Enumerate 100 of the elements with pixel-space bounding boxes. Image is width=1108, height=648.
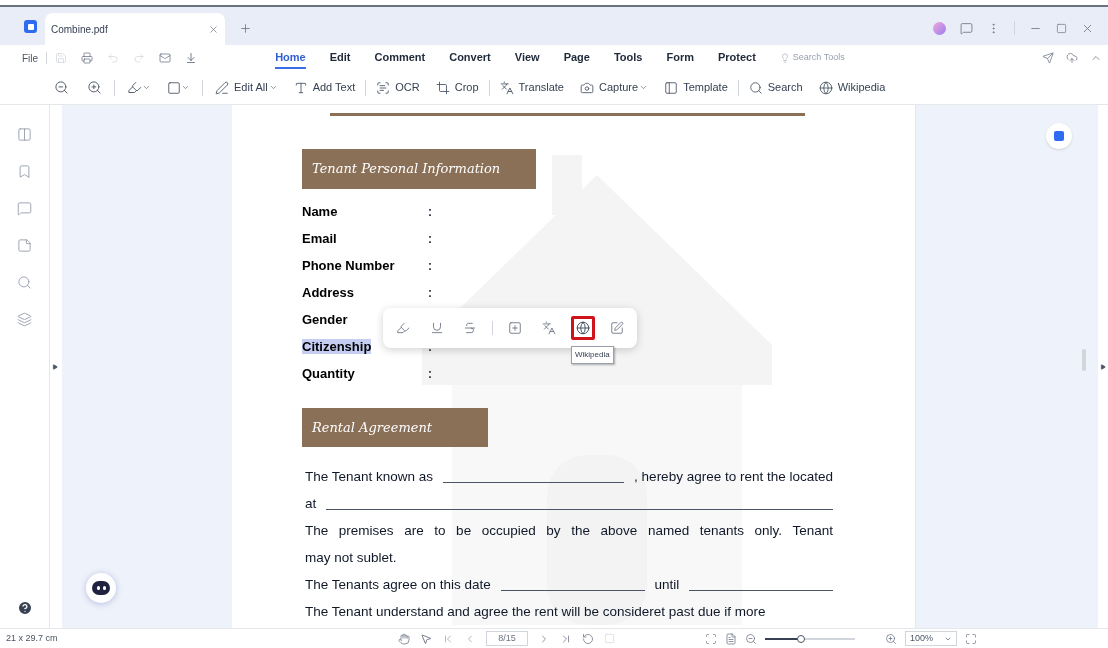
shape-button[interactable] [167, 80, 190, 95]
menu-tab[interactable]: Convert [449, 47, 491, 69]
field-label: Citizenship [302, 339, 372, 355]
toolbar-button[interactable]: OCR [376, 79, 420, 96]
pen-icon [215, 80, 229, 95]
search-icon [748, 80, 763, 95]
tooltip: Wikipedia [571, 346, 614, 364]
select-icon[interactable] [420, 632, 432, 645]
toolbar-button[interactable]: Translate [499, 79, 564, 96]
agreement-text: may not sublet. [305, 548, 397, 567]
page-icon[interactable] [17, 238, 32, 253]
print-icon[interactable] [81, 52, 94, 64]
globe-icon [818, 80, 833, 95]
caret-icon [181, 83, 190, 92]
maximize-icon[interactable] [1056, 22, 1067, 34]
layers-icon[interactable] [17, 312, 32, 327]
text-icon [293, 80, 308, 95]
search-icon[interactable] [17, 275, 32, 290]
section-title: Rental Agreement [302, 407, 488, 447]
menu-tab[interactable]: Edit [329, 47, 351, 69]
zoom-slider[interactable] [765, 634, 855, 643]
field-label: Quantity [302, 366, 355, 382]
camera-icon [580, 80, 594, 95]
ocr-icon [376, 80, 391, 95]
field-colon: : [428, 366, 432, 383]
bookmark-icon[interactable] [17, 164, 32, 179]
fullscreen-icon[interactable] [965, 632, 977, 645]
hand-icon[interactable] [398, 632, 410, 645]
translate-icon [541, 321, 556, 335]
word-convert-icon[interactable] [1046, 123, 1072, 149]
field-label: Name [302, 204, 338, 220]
redo-icon[interactable] [133, 52, 146, 64]
toolbar-button[interactable]: Capture [580, 79, 649, 96]
menu-tab[interactable]: Comment [374, 47, 426, 69]
new-tab-icon[interactable] [239, 22, 252, 35]
agreement-text: The Tenant understand and agree the rent will be consideret past due if more [305, 602, 766, 621]
avatar-icon[interactable] [933, 21, 946, 35]
send-icon[interactable] [1042, 52, 1054, 64]
agreement-text: The Tenants agree on this date [305, 575, 491, 594]
toolbar-button[interactable]: Wikipedia [818, 79, 886, 96]
field-colon: : [428, 204, 432, 221]
menu-tab[interactable]: Home [275, 47, 306, 69]
toolbar-button[interactable]: Search [748, 79, 803, 96]
comment-icon[interactable] [17, 201, 32, 216]
translate-icon [499, 80, 514, 95]
lightbulb-icon [779, 53, 790, 63]
globe-button[interactable] [570, 316, 596, 340]
zoom-in-icon[interactable] [87, 80, 102, 95]
field-label: Phone Number [302, 258, 395, 274]
first-page-icon[interactable] [442, 632, 454, 645]
expand-icon[interactable] [1100, 363, 1106, 370]
strikethrough-icon [463, 321, 478, 335]
toolbar-button[interactable]: Template [664, 79, 728, 96]
field-label: Email [302, 231, 337, 247]
view-mode-icon[interactable] [705, 632, 717, 645]
zoom-dropdown[interactable]: 100% [905, 631, 957, 646]
mail-icon[interactable] [159, 52, 172, 64]
thumbnails-icon[interactable] [17, 127, 32, 142]
toolbar-button[interactable]: Add Text [293, 79, 356, 96]
document-tab[interactable]: Combine.pdf [45, 13, 225, 45]
menu-tab[interactable]: Form [666, 47, 694, 69]
zoom-out-icon[interactable] [745, 632, 757, 645]
save-icon[interactable] [55, 52, 68, 64]
rotate-icon[interactable] [582, 632, 594, 645]
close-icon[interactable] [208, 23, 219, 35]
agreement-text: at [305, 494, 317, 513]
section-title: Tenant Personal Information [302, 149, 536, 189]
field-colon: : [428, 285, 432, 302]
help-icon[interactable] [16, 600, 33, 616]
agreement-text: , hereby agree to rent the located [634, 467, 833, 486]
file-menu[interactable]: File [22, 50, 39, 66]
zoom-out-icon[interactable] [54, 80, 69, 95]
caret-icon [639, 83, 649, 92]
customize-icon[interactable] [185, 52, 198, 64]
upload-icon[interactable] [1066, 52, 1078, 64]
agreement-text: The Tenant known as [305, 467, 434, 486]
copy-icon [507, 321, 522, 335]
field-colon: : [428, 258, 432, 275]
feedback-icon[interactable] [960, 21, 973, 35]
highlighter-icon [127, 80, 142, 95]
menu-tab[interactable]: View [514, 47, 540, 69]
page-number-field[interactable]: 8/15 [486, 631, 528, 646]
highlighter-icon [395, 321, 410, 335]
toolbar-button[interactable]: Edit All [215, 79, 278, 96]
last-page-icon[interactable] [560, 632, 572, 645]
highlight-button[interactable] [127, 80, 151, 95]
globe-icon [575, 321, 590, 335]
menu-tab[interactable]: Protect [717, 47, 756, 69]
caret-icon [142, 83, 151, 92]
menu-tab[interactable]: Tools [613, 47, 643, 69]
caret-icon [268, 83, 278, 92]
undo-icon[interactable] [107, 52, 120, 64]
menu-tab[interactable]: Page [563, 47, 590, 69]
square-icon [167, 80, 181, 95]
zoom-in-icon[interactable] [885, 632, 897, 645]
page-layout-icon[interactable] [725, 632, 737, 645]
toolbar-button[interactable]: Crop [435, 79, 479, 96]
field-label: Gender [302, 312, 348, 328]
app-logo-icon [24, 20, 37, 33]
expand-icon[interactable] [52, 363, 58, 370]
